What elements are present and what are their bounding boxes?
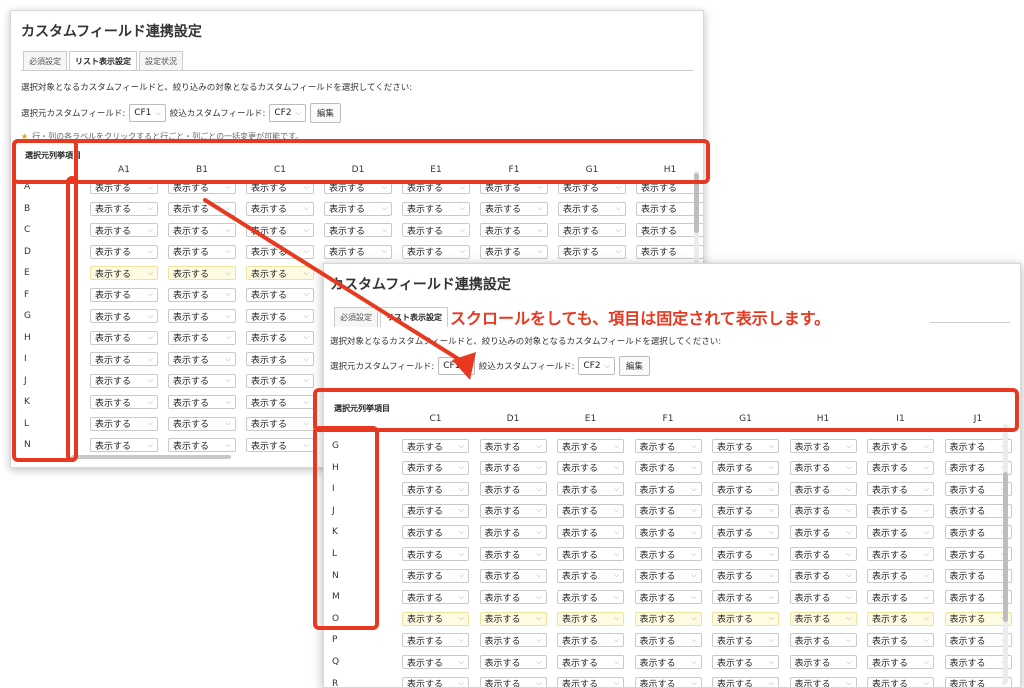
annotation-arrow: [203, 198, 476, 380]
callout-text: スクロールをしても、項目は固定されて表示します。: [450, 309, 831, 328]
arrow-line: [203, 198, 462, 362]
